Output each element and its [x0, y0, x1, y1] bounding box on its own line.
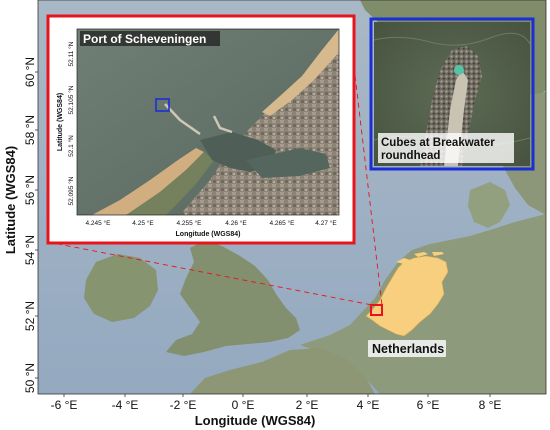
svg-text:Cubes at Breakwater: Cubes at Breakwater	[381, 137, 495, 149]
main-x-axis-title: Longitude (WGS84)	[195, 413, 316, 428]
y-tick-label: 60 °N	[23, 57, 37, 87]
x-tick-label: 8 °E	[479, 398, 502, 412]
svg-text:Port of Scheveningen: Port of Scheveningen	[83, 32, 206, 46]
y-tick-label: 54 °N	[23, 235, 37, 265]
port-inset-image	[77, 29, 339, 215]
inset-y-tick-label: 52.105 °N	[67, 85, 75, 114]
y-tick-label: 58 °N	[23, 115, 37, 145]
netherlands-label: Netherlands	[368, 340, 446, 357]
inset-y-tick-label: 52.1 °N	[67, 135, 75, 157]
map-figure: Netherlands 60 °N 58 °N 56 °N 54 °N 52 °…	[3, 0, 547, 428]
y-tick-label: 50 °N	[23, 363, 37, 393]
inset-x-tick-label: 4.265 °E	[269, 219, 295, 227]
breakwater-caption: Cubes at Breakwater roundhead	[378, 133, 514, 163]
inset-x-tick-label: 4.255 °E	[176, 219, 202, 227]
x-tick-label: -2 °E	[170, 398, 197, 412]
inset-x-tick-label: 4.26 °E	[225, 219, 247, 227]
port-inset-y-axis-title: Latitude (WGS84)	[57, 93, 64, 151]
port-inset-x-axis-title: Longitude (WGS84)	[176, 231, 241, 238]
y-tick-label: 56 °N	[23, 175, 37, 205]
main-x-ticks: -6 °E -4 °E -2 °E 0 °E 2 °E 4 °E 6 °E 8 …	[51, 394, 502, 412]
port-inset-title: Port of Scheveningen	[80, 31, 220, 46]
breakwater-inset-panel: Cubes at Breakwater roundhead	[369, 17, 535, 171]
port-inset-panel: Port of Scheveningen 52.11 °N 52.105 °N …	[46, 14, 356, 245]
y-tick-label: 52 °N	[23, 301, 37, 331]
x-tick-label: 4 °E	[357, 398, 380, 412]
x-tick-label: 2 °E	[296, 398, 319, 412]
x-tick-label: 6 °E	[417, 398, 440, 412]
inset-x-tick-label: 4.25 °E	[132, 219, 154, 227]
svg-text:Netherlands: Netherlands	[372, 342, 444, 356]
inset-y-tick-label: 52.095 °N	[67, 176, 75, 205]
inset-y-tick-label: 52.11 °N	[67, 41, 75, 66]
main-y-ticks: 60 °N 58 °N 56 °N 54 °N 52 °N 50 °N	[23, 57, 38, 393]
main-y-axis-title: Latitude (WGS84)	[3, 146, 18, 254]
x-tick-label: -6 °E	[51, 398, 78, 412]
svg-text:roundhead: roundhead	[381, 150, 440, 162]
x-tick-label: -4 °E	[112, 398, 139, 412]
x-tick-label: 0 °E	[232, 398, 255, 412]
inset-x-tick-label: 4.245 °E	[85, 219, 111, 227]
inset-x-tick-label: 4.27 °E	[315, 219, 337, 227]
